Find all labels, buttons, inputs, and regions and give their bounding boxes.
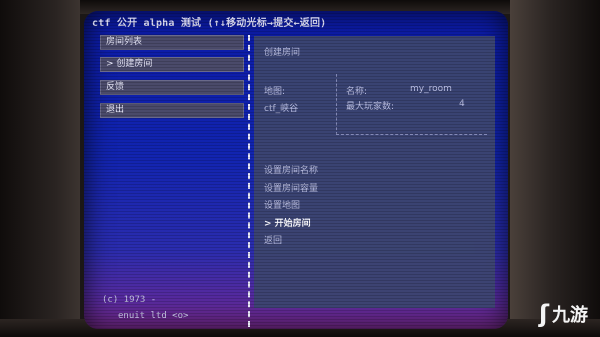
copyright-line-2: enuit ltd <o>: [118, 311, 189, 321]
option-set-room-capacity[interactable]: 设置房间容量: [264, 181, 318, 194]
room-name-value: my_room: [410, 84, 452, 94]
option-set-room-name[interactable]: 设置房间名称: [264, 163, 318, 176]
option-start-room[interactable]: > 开始房间: [264, 216, 311, 229]
dashed-divider: [248, 35, 250, 327]
max-players-value: 4: [459, 99, 465, 109]
crt-screen: ctf 公开 alpha 测试 (↑↓移动光标→提交←返回) 房间列表 > 创建…: [84, 11, 508, 329]
copyright-line-1: (c) 1973 -: [102, 295, 157, 305]
window-title: ctf 公开 alpha 测试 (↑↓移动光标→提交←返回): [92, 18, 327, 29]
panel-heading: 创建房间: [264, 48, 301, 58]
watermark-logo: ʃ 九游: [539, 301, 588, 327]
max-players-label: 最大玩家数:: [346, 102, 395, 112]
watermark-text: 九游: [552, 305, 588, 326]
option-back[interactable]: 返回: [264, 233, 282, 246]
swirl-logo-icon: ʃ: [539, 300, 549, 328]
monitor-bezel-left: [0, 0, 80, 337]
sidebar-item-room-list[interactable]: 房间列表: [100, 35, 244, 50]
option-set-map[interactable]: 设置地图: [264, 198, 300, 211]
sidebar-item-exit[interactable]: 退出: [100, 103, 244, 118]
sidebar-item-create-room[interactable]: > 创建房间: [100, 57, 244, 72]
room-name-label: 名称:: [346, 87, 368, 97]
map-value: ctf_峡谷: [264, 104, 299, 114]
map-label: 地图:: [264, 87, 286, 97]
create-room-panel: 创建房间 地图: ctf_峡谷 名称: my_room 最大玩家数: 4 设置房…: [254, 36, 495, 308]
sidebar-item-feedback[interactable]: 反馈: [100, 80, 244, 95]
monitor-bezel-right: [510, 0, 600, 337]
